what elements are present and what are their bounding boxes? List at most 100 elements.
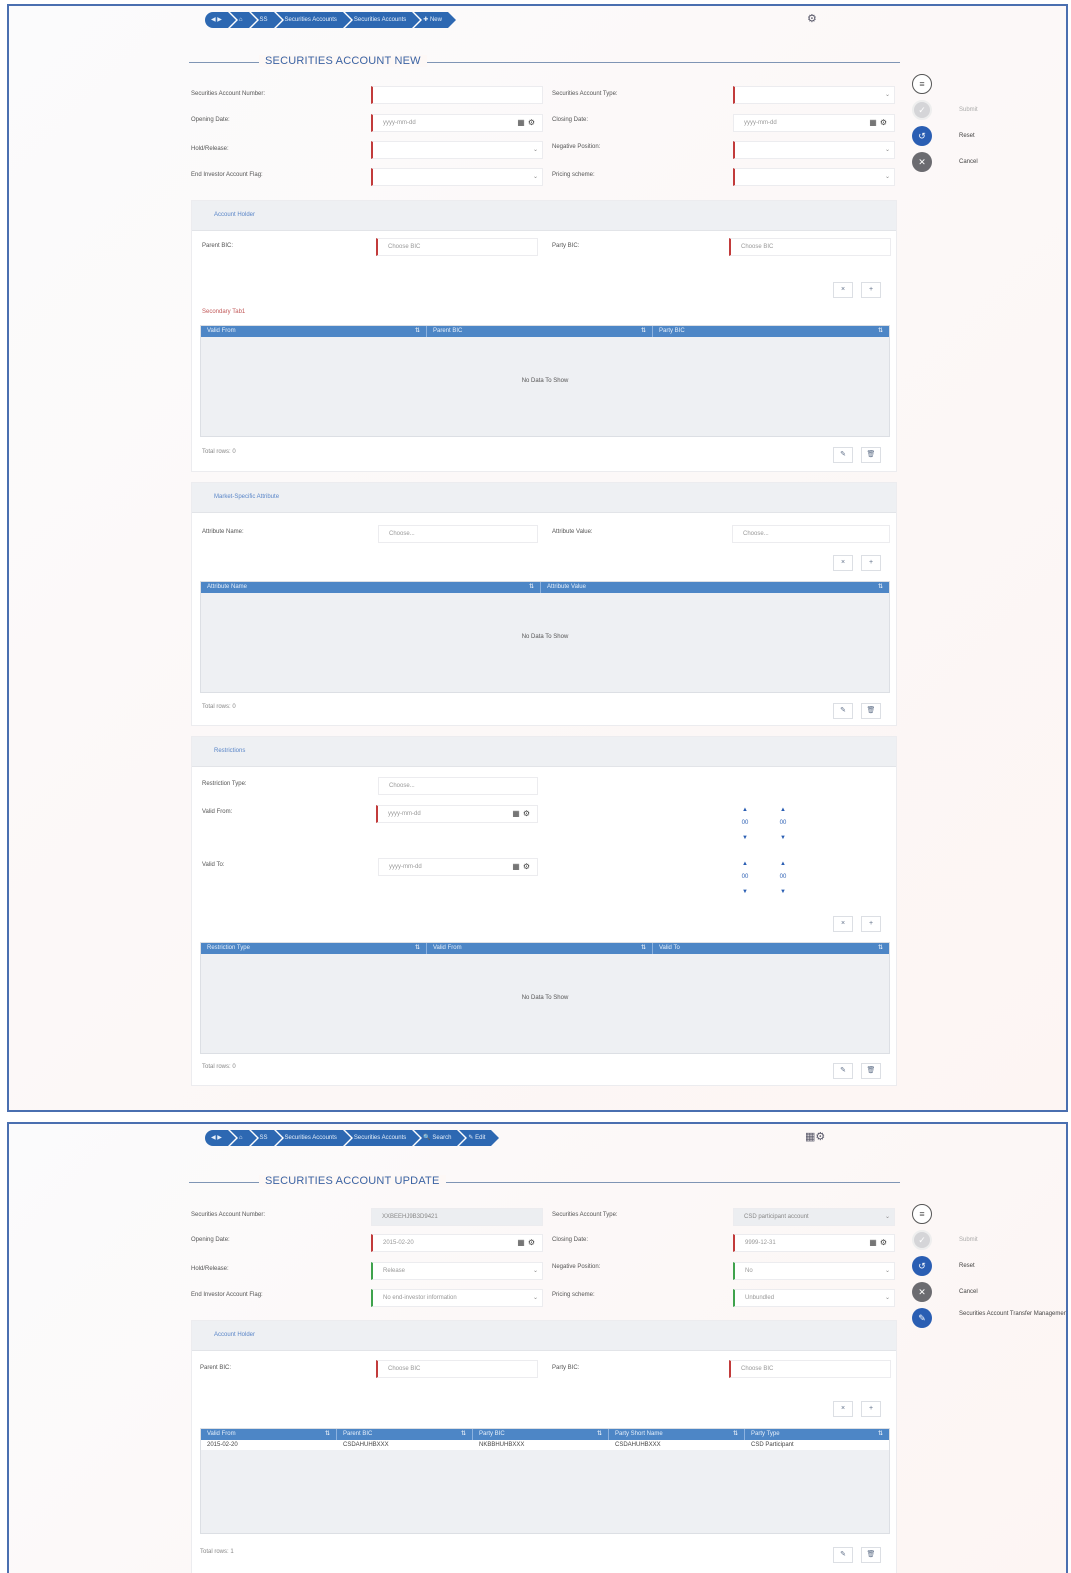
restriction-type-input[interactable]: Choose... [378, 777, 538, 795]
negative-position-select[interactable]: No ⌄ [733, 1262, 895, 1280]
cancel-button[interactable]: ✕ [912, 1282, 932, 1302]
add-button[interactable]: + [861, 1401, 881, 1417]
party-bic-input[interactable]: Choose BIC [729, 1360, 891, 1378]
calendar-icon[interactable]: ▦⚙ [869, 115, 890, 131]
col-party-bic[interactable]: Party BIC ⇅ [473, 1429, 609, 1440]
person-gear-icon[interactable]: ⚙ [807, 12, 817, 25]
col-parent-bic[interactable]: Parent BIC ⇅ [337, 1429, 473, 1440]
col-valid-from[interactable]: Valid From ⇅ [201, 326, 427, 337]
edit-button[interactable]: ✎ [833, 1547, 853, 1563]
col-party-short-name[interactable]: Party Short Name ⇅ [609, 1429, 745, 1440]
minute-value[interactable]: 00 [777, 874, 789, 880]
menu-icon[interactable]: ≡ [912, 1204, 932, 1224]
clear-button[interactable]: × [833, 916, 853, 932]
chevron-down-icon: ⌄ [884, 147, 890, 153]
minute-down-icon[interactable]: ▼ [777, 889, 789, 895]
table-row[interactable]: 2015-02-20 CSDAHUHBXXX NKBBHUHBXXX CSDAH… [201, 1440, 889, 1450]
account-holder-header[interactable]: Account Holder [192, 201, 896, 231]
calendar-icon[interactable]: ▦⚙ [517, 115, 538, 131]
col-valid-from[interactable]: Valid From ⇅ [201, 1429, 337, 1440]
breadcrumb-nav[interactable]: ◀ ▶ [205, 1130, 236, 1146]
breadcrumb-securities-accounts-2[interactable]: Securities Accounts [344, 12, 421, 28]
cancel-button[interactable]: ✕ [912, 152, 932, 172]
closing-date-input[interactable]: 9999-12-31 ▦⚙ [733, 1234, 895, 1252]
opening-date-input[interactable]: yyyy-mm-dd ▦⚙ [371, 114, 543, 132]
submit-button[interactable]: ✓ [912, 100, 932, 120]
delete-button[interactable]: 🗑 [861, 703, 881, 719]
cell-party-short-name: CSDAHUHBXXX [615, 1442, 661, 1448]
minute-down-icon[interactable]: ▼ [777, 835, 789, 841]
valid-to-input[interactable]: yyyy-mm-dd ▦⚙ [378, 858, 538, 876]
parent-bic-input[interactable]: Choose BIC [376, 238, 538, 256]
col-valid-to[interactable]: Valid To ⇅ [653, 943, 889, 954]
breadcrumb: ◀ ▶ ⌂ SS Securities Accounts Securities … [205, 1130, 500, 1146]
calendar-icon[interactable]: ▦⚙ [512, 806, 533, 822]
valid-from-input[interactable]: yyyy-mm-dd ▦⚙ [376, 805, 538, 823]
col-party-bic[interactable]: Party BIC ⇅ [653, 326, 889, 337]
end-investor-flag-select[interactable]: No end-investor information ⌄ [371, 1289, 543, 1307]
hour-down-icon[interactable]: ▼ [739, 835, 751, 841]
minute-up-icon[interactable]: ▲ [777, 861, 789, 867]
add-button[interactable]: + [861, 282, 881, 298]
attribute-name-input[interactable]: Choose... [378, 525, 538, 543]
securities-account-type-select: CSD participant account ⌄ [733, 1208, 895, 1226]
submit-button[interactable]: ✓ [912, 1230, 932, 1250]
delete-button[interactable]: 🗑 [861, 447, 881, 463]
hour-value[interactable]: 00 [739, 820, 751, 826]
calendar-icon[interactable]: ▦⚙ [512, 859, 533, 875]
clear-button[interactable]: × [833, 282, 853, 298]
negative-position-label: Negative Position: [552, 1264, 601, 1270]
persons-gear-icon[interactable]: ▦⚙ [805, 1130, 825, 1143]
minute-up-icon[interactable]: ▲ [777, 807, 789, 813]
delete-button[interactable]: 🗑 [861, 1547, 881, 1563]
add-button[interactable]: + [861, 916, 881, 932]
pricing-scheme-select[interactable]: ⌄ [733, 168, 895, 186]
breadcrumb-search[interactable]: 🔍 Search [414, 1130, 466, 1146]
col-party-type[interactable]: Party Type ⇅ [745, 1429, 889, 1440]
opening-date-input[interactable]: 2015-02-20 ▦⚙ [371, 1234, 543, 1252]
breadcrumb-securities-accounts[interactable]: Securities Accounts [275, 12, 352, 28]
end-investor-flag-select[interactable]: ⌄ [371, 168, 543, 186]
attribute-value-input[interactable]: Choose... [732, 525, 890, 543]
hour-value[interactable]: 00 [739, 874, 751, 880]
securities-account-type-select[interactable]: ⌄ [733, 86, 895, 104]
pricing-scheme-select[interactable]: Unbundled ⌄ [733, 1289, 895, 1307]
clear-button[interactable]: × [833, 555, 853, 571]
hour-up-icon[interactable]: ▲ [739, 861, 751, 867]
negative-position-value: No [745, 1268, 753, 1274]
calendar-icon[interactable]: ▦⚙ [869, 1235, 890, 1251]
account-holder-header[interactable]: Account Holder [192, 1321, 896, 1351]
hold-release-select[interactable]: ⌄ [371, 141, 543, 159]
minute-value[interactable]: 00 [777, 820, 789, 826]
col-valid-from[interactable]: Valid From ⇅ [427, 943, 653, 954]
menu-icon[interactable]: ≡ [912, 74, 932, 94]
restrictions-header[interactable]: Restrictions [192, 737, 896, 767]
negative-position-select[interactable]: ⌄ [733, 141, 895, 159]
reset-button[interactable]: ↺ [912, 1256, 932, 1276]
party-bic-input[interactable]: Choose BIC [729, 238, 891, 256]
hold-release-select[interactable]: Release ⌄ [371, 1262, 543, 1280]
add-button[interactable]: + [861, 555, 881, 571]
breadcrumb-nav[interactable]: ◀ ▶ [205, 12, 236, 28]
delete-button[interactable]: 🗑 [861, 1063, 881, 1079]
col-parent-bic[interactable]: Parent BIC ⇅ [427, 326, 653, 337]
edit-button[interactable]: ✎ [833, 1063, 853, 1079]
edit-button[interactable]: ✎ [833, 447, 853, 463]
closing-date-input[interactable]: yyyy-mm-dd ▦⚙ [733, 114, 895, 132]
breadcrumb-securities-accounts-2[interactable]: Securities Accounts [344, 1130, 421, 1146]
col-restriction-type[interactable]: Restriction Type ⇅ [201, 943, 427, 954]
market-attribute-header[interactable]: Market-Specific Attribute [192, 483, 896, 513]
transfer-management-button[interactable]: ✎ [912, 1308, 932, 1328]
col-attribute-name[interactable]: Attribute Name ⇅ [201, 582, 541, 593]
calendar-icon[interactable]: ▦⚙ [517, 1235, 538, 1251]
hour-down-icon[interactable]: ▼ [739, 889, 751, 895]
hour-up-icon[interactable]: ▲ [739, 807, 751, 813]
parent-bic-input[interactable]: Choose BIC [376, 1360, 538, 1378]
clear-button[interactable]: × [833, 1401, 853, 1417]
end-investor-flag-label: End Investor Account Flag: [191, 1292, 263, 1298]
col-attribute-value[interactable]: Attribute Value ⇅ [541, 582, 889, 593]
edit-button[interactable]: ✎ [833, 703, 853, 719]
reset-button[interactable]: ↺ [912, 126, 932, 146]
securities-account-number-input[interactable] [371, 86, 543, 104]
breadcrumb-securities-accounts[interactable]: Securities Accounts [275, 1130, 352, 1146]
